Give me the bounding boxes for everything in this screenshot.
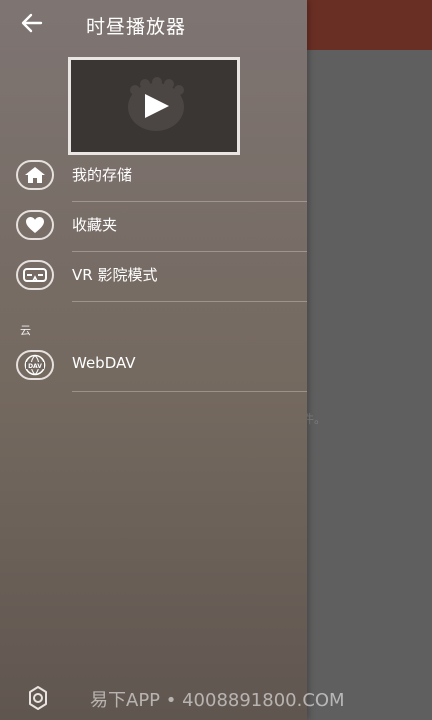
gear-icon — [24, 686, 52, 716]
menu-divider — [72, 391, 307, 392]
webdav-globe-icon: DAV — [16, 350, 54, 380]
webdav-icon-text: DAV — [28, 363, 42, 370]
menu-item-webdav[interactable]: DAV WebDAV — [0, 342, 307, 392]
menu-item-label: WebDAV — [72, 354, 136, 372]
home-icon — [16, 160, 54, 190]
navigation-drawer: 时昼播放器 我的存储 收藏夹 VR 影院模式 云 DAV WebDAV — [0, 0, 307, 720]
play-icon — [71, 60, 237, 152]
vr-headset-icon — [16, 260, 54, 290]
settings-button[interactable] — [24, 684, 52, 712]
back-button[interactable] — [14, 8, 50, 42]
menu-item-favorites[interactable]: 收藏夹 — [0, 202, 307, 252]
video-thumbnail[interactable] — [68, 57, 240, 155]
heart-icon — [16, 210, 54, 240]
arrow-left-icon — [21, 13, 43, 37]
menu-item-vr-cinema-mode[interactable]: VR 影院模式 — [0, 252, 307, 302]
section-label-cloud: 云 — [20, 324, 31, 337]
drawer-header: 时昼播放器 — [0, 0, 307, 50]
drawer-title: 时昼播放器 — [86, 16, 187, 38]
watermark-text: 易下APP • 4008891800.COM — [90, 690, 345, 711]
menu-divider — [72, 301, 307, 302]
menu-item-my-storage[interactable]: 我的存储 — [0, 152, 307, 202]
menu-item-label: 我的存储 — [72, 166, 133, 184]
menu-item-label: 收藏夹 — [72, 216, 118, 234]
menu-item-label: VR 影院模式 — [72, 266, 158, 284]
